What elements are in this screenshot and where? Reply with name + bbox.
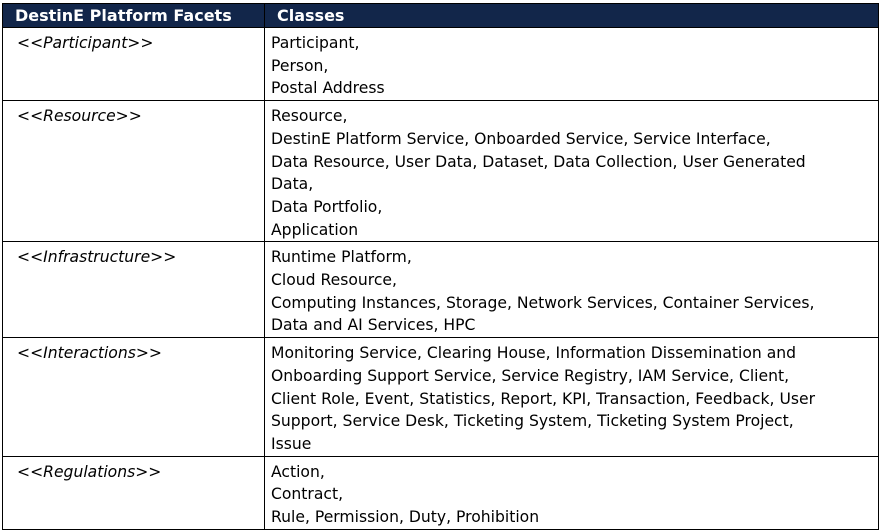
class-line: Client Role, Event, Statistics, Report, … [271, 389, 815, 408]
table-row-participant: <<Participant>> Participant, Person, Pos… [2, 26, 879, 102]
facet-cell: <<Participant>> [2, 26, 265, 102]
class-line: Participant, [271, 34, 360, 52]
class-line: Onboarding Support Service, Service Regi… [271, 366, 790, 385]
facet-cell: <<Regulations>> [2, 455, 265, 530]
class-line: Resource, [271, 107, 348, 126]
class-line: Support, Service Desk, Ticketing System,… [271, 412, 794, 431]
class-line: Issue [271, 434, 312, 453]
facets-classes-table: DestinE Platform Facets Classes <<Partic… [2, 3, 879, 530]
class-line: Person, [271, 56, 329, 75]
table-row-regulations: <<Regulations>> Action, Contract, Rule, … [2, 455, 879, 530]
class-line: DestinE Platform Service, Onboarded Serv… [271, 129, 771, 148]
classes-cell: Runtime Platform, Cloud Resource, Comput… [264, 241, 879, 339]
facet-cell: <<Infrastructure>> [2, 241, 265, 339]
class-line: Computing Instances, Storage, Network Se… [271, 293, 815, 312]
class-line: Monitoring Service, Clearing House, Info… [271, 344, 797, 363]
facet-cell: <<Interactions>> [2, 337, 265, 457]
class-line: Action, [271, 462, 325, 481]
class-line: Postal Address [271, 79, 385, 98]
class-line: Data and AI Services, HPC [271, 316, 476, 335]
table-row-infrastructure: <<Infrastructure>> Runtime Platform, Clo… [2, 241, 879, 339]
class-line: Rule, Permission, Duty, Prohibition [271, 508, 540, 527]
class-line: Application [271, 220, 359, 239]
table-row-resource: <<Resource>> Resource, DestinE Platform … [2, 100, 879, 243]
class-line: Contract, [271, 485, 344, 504]
table-row-interactions: <<Interactions>> Monitoring Service, Cle… [2, 337, 879, 457]
class-line: Data Portfolio, [271, 197, 383, 216]
classes-cell: Action, Contract, Rule, Permission, Duty… [264, 455, 879, 530]
classes-cell: Participant, Person, Postal Address [264, 26, 879, 102]
classes-cell: Resource, DestinE Platform Service, Onbo… [264, 100, 879, 243]
header-facets: DestinE Platform Facets [2, 3, 265, 28]
facet-cell: <<Resource>> [2, 100, 265, 243]
class-line: Data Resource, User Data, Dataset, Data … [271, 152, 806, 171]
class-line: Runtime Platform, [271, 248, 412, 267]
classes-cell: Monitoring Service, Clearing House, Info… [264, 337, 879, 457]
header-classes: Classes [264, 3, 879, 28]
class-line: Data, [271, 175, 314, 194]
class-line: Cloud Resource, [271, 271, 397, 290]
table-header-row: DestinE Platform Facets Classes [2, 3, 879, 28]
